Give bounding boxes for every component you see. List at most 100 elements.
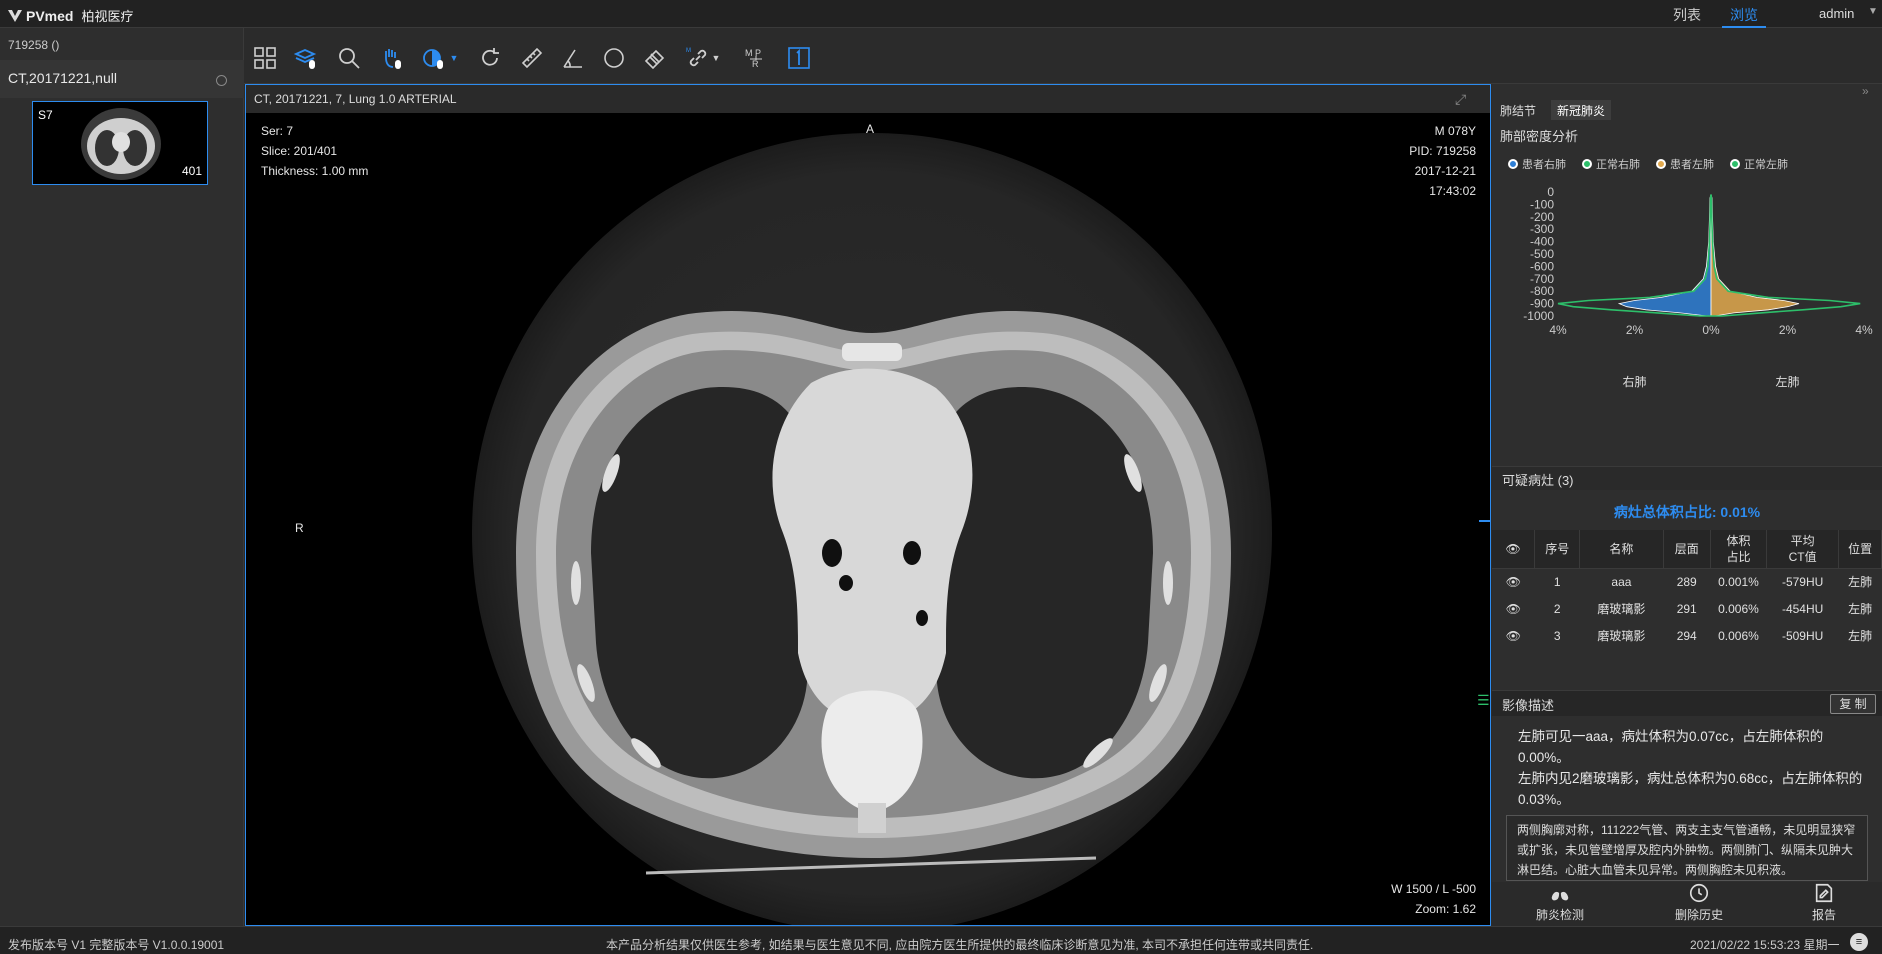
- lesion-volume-ratio: 病灶总体积占比: 0.01%: [1613, 504, 1761, 520]
- cell-mean-ct: -509HU: [1781, 628, 1824, 643]
- table-row[interactable]: 👁 3 磨玻璃影 294 0.006% -509HU 左肺: [1492, 622, 1882, 649]
- eye-icon[interactable]: 👁: [1506, 629, 1521, 643]
- legend-dot-icon: [1656, 159, 1666, 169]
- zoom-icon[interactable]: [335, 44, 363, 72]
- overlay-pid: PID: 719258: [1409, 144, 1476, 158]
- legend-dot-icon: [1582, 159, 1592, 169]
- action-label: 报告: [1812, 908, 1837, 922]
- stack-scroll-icon[interactable]: [292, 44, 320, 72]
- action-label: 肺炎检测: [1536, 908, 1585, 922]
- chevron-down-icon[interactable]: ▼: [1868, 6, 1878, 17]
- legend-dot-icon: [1508, 159, 1518, 169]
- table-header-cell: 位置: [1838, 530, 1882, 569]
- app-logo: PVmed 柏视医疗: [8, 6, 133, 25]
- angle-icon[interactable]: [559, 44, 587, 72]
- overlay-time: 17:43:02: [1429, 184, 1476, 198]
- overlay-date: 2017-12-21: [1414, 164, 1476, 178]
- lesion-section-title: 可疑病灶 (3): [1502, 473, 1574, 488]
- header-line: 位置: [1848, 541, 1873, 556]
- table-header-cell: 名称: [1579, 530, 1664, 569]
- description-textarea[interactable]: 两侧胸廓对称，111222气管、两支主支气管通畅，未见明显狭窄或扩张，未见管壁增…: [1506, 815, 1868, 881]
- copy-button[interactable]: 复 制: [1830, 694, 1876, 714]
- window-level-icon[interactable]: [420, 44, 448, 72]
- link-icon[interactable]: M: [684, 44, 712, 72]
- ellipse-roi-icon[interactable]: [600, 44, 628, 72]
- eraser-icon[interactable]: [641, 44, 669, 72]
- header-line: 层面: [1674, 541, 1699, 556]
- nav-list-link[interactable]: 列表: [1673, 5, 1701, 25]
- expand-icon[interactable]: ⤢: [1455, 91, 1466, 108]
- collapse-panel-icon[interactable]: »: [1862, 84, 1869, 98]
- cell-index: 3: [1553, 628, 1561, 643]
- legend-item[interactable]: 患者右肺: [1508, 156, 1566, 172]
- current-datetime: 2021/02/22 15:53:23 星期一: [1690, 938, 1840, 952]
- legend-dot-icon: [1730, 159, 1740, 169]
- patient-id: 719258 (): [8, 38, 60, 52]
- window-level-dropdown-icon[interactable]: ▼: [448, 44, 460, 72]
- cell-volume-ratio: 0.006%: [1718, 628, 1759, 643]
- table-header-cell: 层面: [1663, 530, 1711, 569]
- eye-icon[interactable]: 👁: [1506, 575, 1521, 589]
- action-label: 删除历史: [1675, 908, 1724, 922]
- row-visibility-toggle[interactable]: 👁: [1492, 568, 1535, 595]
- overlay-series: Ser: 7: [261, 124, 294, 138]
- row-visibility-toggle[interactable]: 👁: [1492, 622, 1535, 649]
- table-row[interactable]: 👁 2 磨玻璃影 291 0.006% -454HU 左肺: [1492, 595, 1882, 622]
- y-tick-label: -1000: [1523, 309, 1554, 323]
- cell-name: 磨玻璃影: [1597, 629, 1646, 643]
- ct-slice-image[interactable]: [246, 113, 1490, 925]
- overlay-sex-age: M 078Y: [1434, 124, 1476, 138]
- legend-item[interactable]: 正常右肺: [1582, 156, 1640, 172]
- cell-index: 2: [1553, 601, 1561, 616]
- orientation-anterior: A: [866, 122, 875, 136]
- side-label-right-lung: 右肺: [1622, 374, 1646, 389]
- tab-lung-nodule[interactable]: 肺结节: [1494, 100, 1542, 120]
- pvmed-logo-icon: [8, 9, 22, 22]
- table-row[interactable]: 👁 1 aaa 289 0.001% -579HU 左肺: [1492, 568, 1882, 595]
- menu-icon[interactable]: ≡: [1850, 933, 1868, 951]
- hamburger-menu-icon[interactable]: ☰: [1477, 692, 1490, 709]
- cell-slice: 294: [1676, 628, 1697, 643]
- slice-position-marker[interactable]: [1479, 520, 1490, 522]
- header-line: 平均: [1790, 533, 1815, 548]
- table-header-row: 👁 序号 名称 层面 体积 占比 平均 CT值 位置: [1492, 530, 1882, 569]
- pneumonia-detect-button[interactable]: 肺炎检测: [1536, 882, 1584, 923]
- pin-icon[interactable]: [216, 75, 227, 86]
- rotate-icon[interactable]: [476, 44, 504, 72]
- mpr-icon[interactable]: M PR: [742, 44, 770, 72]
- eye-icon[interactable]: 👁: [1506, 542, 1521, 556]
- tab-covid-pneumonia[interactable]: 新冠肺炎: [1551, 100, 1612, 120]
- legend-label: 患者右肺: [1522, 159, 1566, 171]
- ruler-icon[interactable]: [518, 44, 546, 72]
- legend-item[interactable]: 患者左肺: [1656, 156, 1714, 172]
- viewport-title: CT, 20171221, 7, Lung 1.0 ARTERIAL: [254, 92, 457, 106]
- x-tick-label: 4%: [1855, 323, 1873, 337]
- legend-label: 患者左肺: [1670, 159, 1714, 171]
- legend-label: 正常右肺: [1596, 159, 1640, 171]
- single-view-icon[interactable]: [785, 44, 813, 72]
- svg-text:M: M: [686, 48, 691, 54]
- delete-history-button[interactable]: 删除历史: [1675, 882, 1723, 923]
- eye-icon[interactable]: 👁: [1506, 602, 1521, 616]
- pan-icon[interactable]: [378, 44, 406, 72]
- visibility-header[interactable]: 👁: [1492, 530, 1536, 569]
- layout-grid-icon[interactable]: [251, 44, 279, 72]
- overlay-zoom: Zoom: 1.62: [1415, 902, 1476, 916]
- user-menu[interactable]: admin: [1819, 6, 1854, 21]
- row-visibility-toggle[interactable]: 👁: [1492, 595, 1535, 622]
- report-button[interactable]: 报告: [1812, 882, 1836, 923]
- nav-browse-link[interactable]: 浏览: [1730, 5, 1758, 25]
- top-bar: [0, 0, 1882, 28]
- brand-name: PVmed: [26, 7, 74, 24]
- link-dropdown-icon[interactable]: ▼: [710, 44, 722, 72]
- cell-slice: 291: [1676, 601, 1697, 616]
- x-tick-label: 0%: [1702, 323, 1720, 337]
- cell-index: 1: [1553, 574, 1561, 589]
- auto-description-line: 左肺可见一aaa，病灶体积为0.07cc，占左肺体积的0.00%。: [1518, 729, 1824, 765]
- x-tick-label: 4%: [1549, 323, 1567, 337]
- overlay-window-level: W 1500 / L -500: [1391, 882, 1476, 896]
- legend-item[interactable]: 正常左肺: [1730, 156, 1788, 172]
- clock-icon: [1689, 883, 1709, 903]
- header-line: 序号: [1545, 541, 1570, 556]
- svg-text:M P: M P: [745, 48, 761, 58]
